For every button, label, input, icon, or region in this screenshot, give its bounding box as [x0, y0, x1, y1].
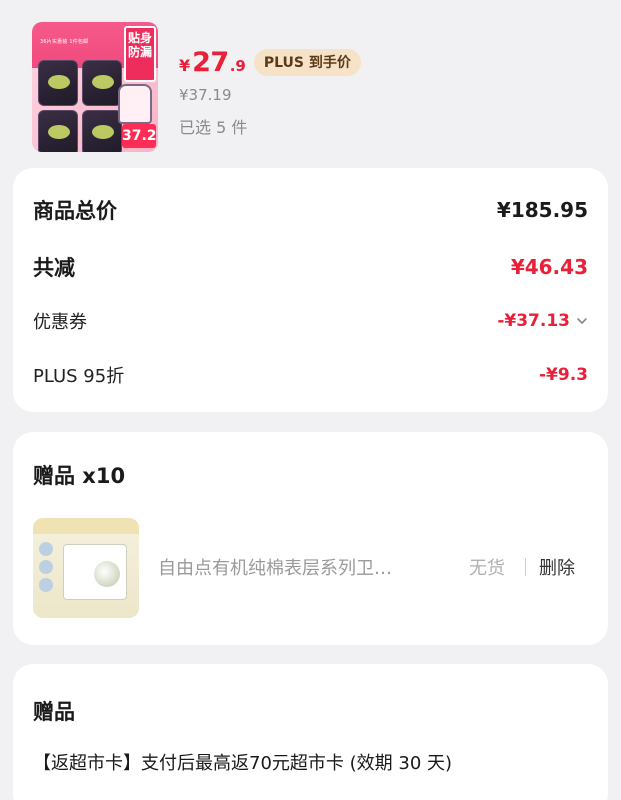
bag-icon — [118, 84, 152, 124]
chevron-down-icon[interactable] — [576, 315, 588, 327]
plus-discount-value: -¥9.3 — [539, 365, 588, 385]
discount-label: 共减 — [33, 256, 75, 280]
total-label: 商品总价 — [33, 199, 117, 223]
bonus-card: 赠品 【返超市卡】支付后最高返70元超市卡 (效期 30 天) — [13, 664, 608, 800]
plus-discount-label: PLUS 95折 — [33, 366, 125, 387]
coupon-label: 优惠券 — [33, 312, 87, 333]
original-price: ¥37.19 — [179, 86, 232, 104]
gift-item-name[interactable]: 自由点有机纯棉表层系列卫… — [158, 554, 450, 580]
plus-discount-row: PLUS 95折 -¥9.3 — [33, 362, 588, 388]
product-header: 36片实惠装 1件包邮 贴身防漏 37.2 ¥ 27 .9 PLUS 到手价 ¥… — [0, 0, 621, 160]
price-summary-card: 商品总价 ¥185.95 共减 ¥46.43 优惠券 -¥37.13 PLUS … — [13, 168, 608, 412]
selected-count: 已选 5 件 — [179, 118, 248, 137]
gift-thumb-box — [63, 544, 127, 600]
bonus-title: 赠品 — [33, 700, 75, 724]
gift-thumbnail[interactable] — [33, 518, 139, 618]
price-row: ¥ 27 .9 PLUS 到手价 — [179, 44, 361, 80]
gift-card: 赠品 x10 自由点有机纯棉表层系列卫… 无货 删除 — [13, 432, 608, 645]
thumbnail-price-chip: 37.2 — [122, 124, 157, 148]
total-row: 商品总价 ¥185.95 — [33, 195, 588, 225]
discount-value: ¥46.43 — [510, 255, 588, 279]
pack-image — [38, 60, 78, 106]
thumbnail-tag: 贴身防漏 — [124, 26, 156, 82]
divider — [525, 558, 526, 576]
plus-price-badge: PLUS 到手价 — [253, 48, 361, 76]
delete-gift-button[interactable]: 删除 — [539, 554, 575, 580]
gift-thumb-dots — [39, 542, 55, 608]
thumbnail-tiny-text: 36片实惠装 1件包邮 — [40, 39, 89, 45]
thumbnail-packs — [38, 60, 122, 152]
price-decimal: .9 — [229, 56, 246, 75]
product-thumbnail[interactable]: 36片实惠装 1件包邮 贴身防漏 37.2 — [32, 22, 158, 152]
coupon-row[interactable]: 优惠券 -¥37.13 — [33, 308, 588, 334]
pack-image — [38, 110, 78, 152]
gift-stock-status: 无货 — [469, 558, 505, 579]
coupon-value: -¥37.13 — [497, 311, 570, 331]
unit-price: ¥ 27 .9 — [179, 47, 246, 78]
discount-row: 共减 ¥46.43 — [33, 252, 588, 282]
bonus-description: 【返超市卡】支付后最高返70元超市卡 (效期 30 天) — [33, 753, 453, 774]
currency-symbol: ¥ — [179, 55, 191, 75]
gift-title: 赠品 x10 — [33, 464, 126, 488]
price-integer: 27 — [192, 46, 229, 78]
pack-image — [82, 60, 122, 106]
pack-image — [82, 110, 122, 152]
total-value: ¥185.95 — [496, 198, 588, 222]
coupon-value-wrap[interactable]: -¥37.13 — [497, 311, 588, 331]
gift-thumb-strip — [33, 518, 139, 534]
